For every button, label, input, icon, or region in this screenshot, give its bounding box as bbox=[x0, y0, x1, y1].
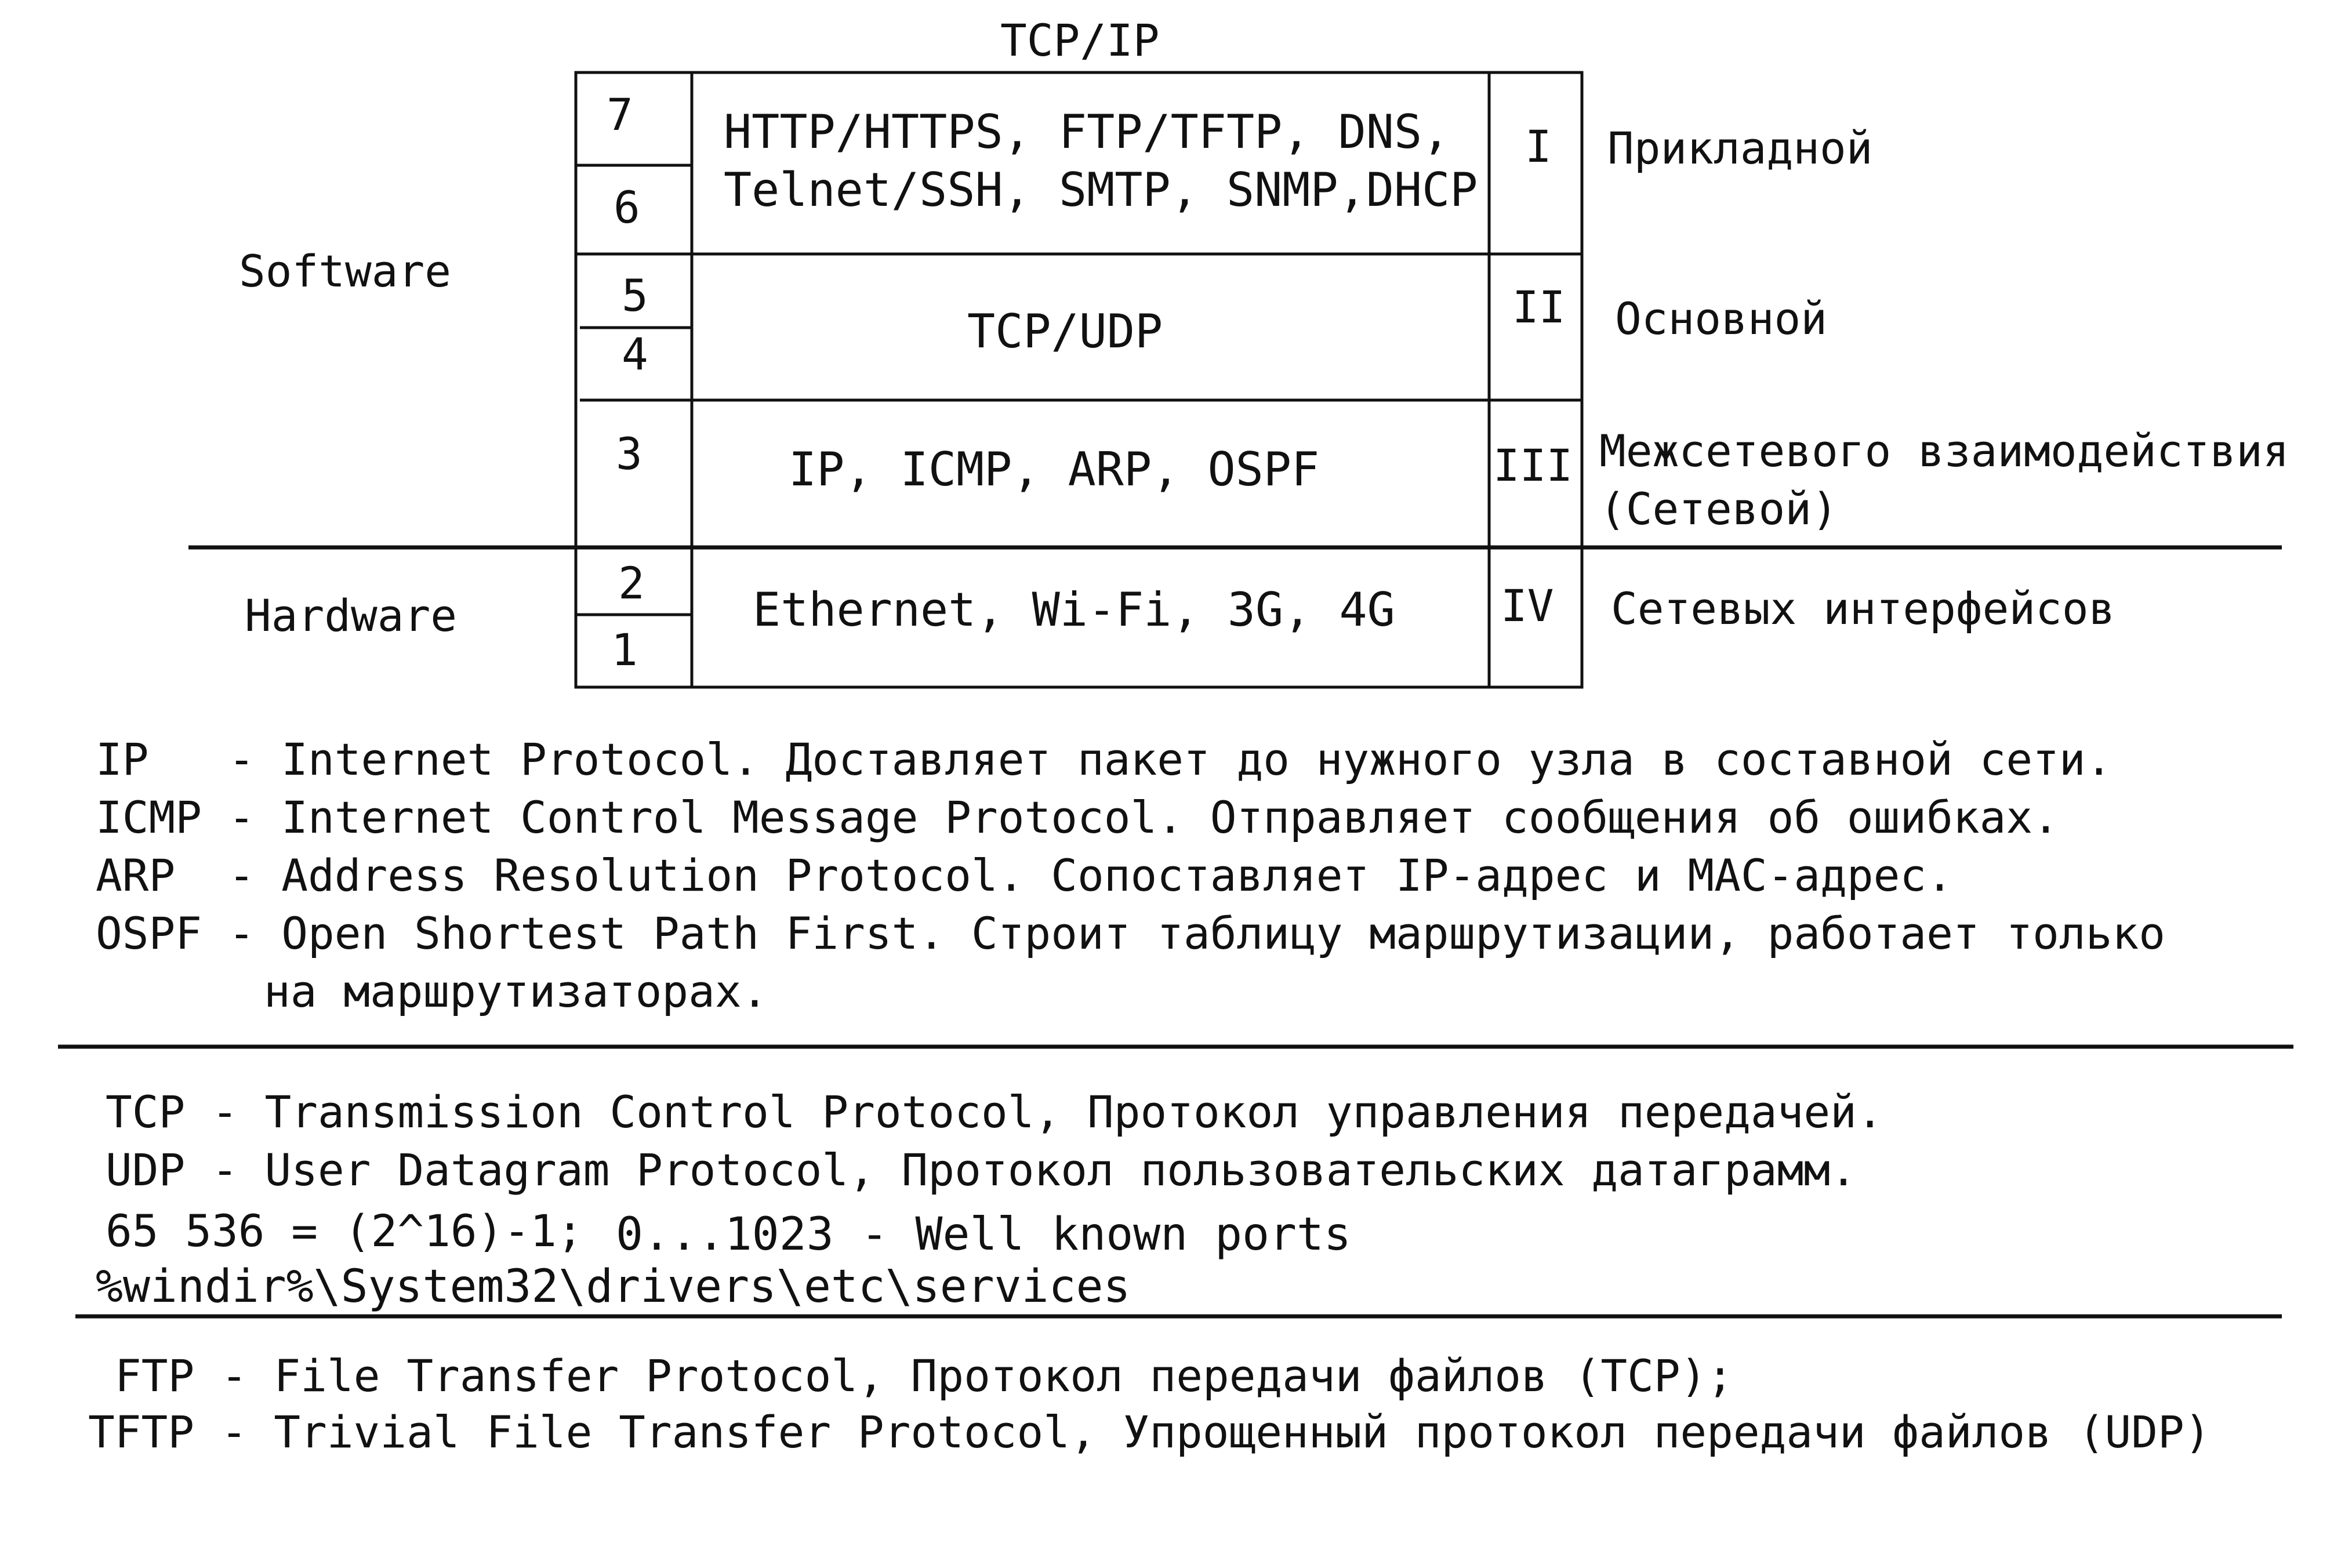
hardware-label: Hardware bbox=[245, 590, 458, 641]
osi-layer-6: 6 bbox=[614, 182, 640, 233]
osi-layer-2: 2 bbox=[618, 557, 645, 609]
layer-name-internet: Межсетевого взаимодействия bbox=[1599, 425, 2289, 477]
layer-name-transport: Основной bbox=[1615, 293, 1828, 344]
internet-protocols: IP, ICMP, ARP, OSPF bbox=[789, 442, 1320, 496]
roman-layer-3: III bbox=[1493, 440, 1573, 491]
layer-name-application: Прикладной bbox=[1607, 122, 1873, 174]
definition-udp: UDP - User Datagram Protocol, Протокол п… bbox=[106, 1144, 1857, 1196]
software-label: Software bbox=[239, 245, 452, 297]
well-known-ports: 0...1023 - Well known ports bbox=[616, 1208, 1351, 1261]
definition-tftp: TFTP - Trivial File Transfer Protocol, У… bbox=[88, 1406, 2211, 1458]
definition-icmp: ICMP - Internet Control Message Protocol… bbox=[96, 792, 2059, 843]
osi-layer-5: 5 bbox=[622, 270, 648, 321]
definition-tcp: TCP - Transmission Control Protocol, Про… bbox=[106, 1086, 1883, 1138]
osi-layer-7: 7 bbox=[607, 89, 633, 140]
port-count: 65 536 = (2^16)-1; bbox=[106, 1205, 583, 1257]
osi-layer-4: 4 bbox=[622, 328, 648, 380]
definition-ip: IP - Internet Protocol. Доставляет пакет… bbox=[96, 734, 2113, 785]
osi-layer-1: 1 bbox=[611, 624, 638, 676]
definition-arp: ARP - Address Resolution Protocol. Сопос… bbox=[96, 850, 1953, 901]
layer-name-link: Сетевых интерфейсов bbox=[1611, 583, 2115, 634]
page: { "diagram": { "title": "TCP/IP", "left_… bbox=[0, 0, 2352, 1568]
services-file-path: %windir%\System32\drivers\etc\services bbox=[96, 1261, 1131, 1313]
diagram-title: TCP/IP bbox=[1000, 14, 1160, 66]
osi-layer-3: 3 bbox=[616, 428, 643, 480]
roman-layer-4: IV bbox=[1501, 580, 1554, 631]
definition-ftp: FTP - File Transfer Protocol, Протокол п… bbox=[115, 1350, 1734, 1402]
definition-ospf: OSPF - Open Shortest Path First. Строит … bbox=[96, 908, 2165, 959]
roman-layer-1: I bbox=[1525, 121, 1552, 172]
layer-name-internet-alt: (Сетевой) bbox=[1599, 483, 1838, 535]
roman-layer-2: II bbox=[1512, 281, 1566, 333]
link-protocols: Ethernet, Wi-Fi, 3G, 4G bbox=[753, 583, 1395, 637]
definition-ospf-continued: на маршрутизаторах. bbox=[264, 966, 768, 1017]
transport-protocols: TCP/UDP bbox=[967, 304, 1163, 358]
application-protocols-line-1: HTTP/HTTPS, FTP/TFTP, DNS, bbox=[724, 105, 1450, 159]
application-protocols-line-2: Telnet/SSH, SMTP, SNMP,DHCP bbox=[724, 163, 1478, 217]
